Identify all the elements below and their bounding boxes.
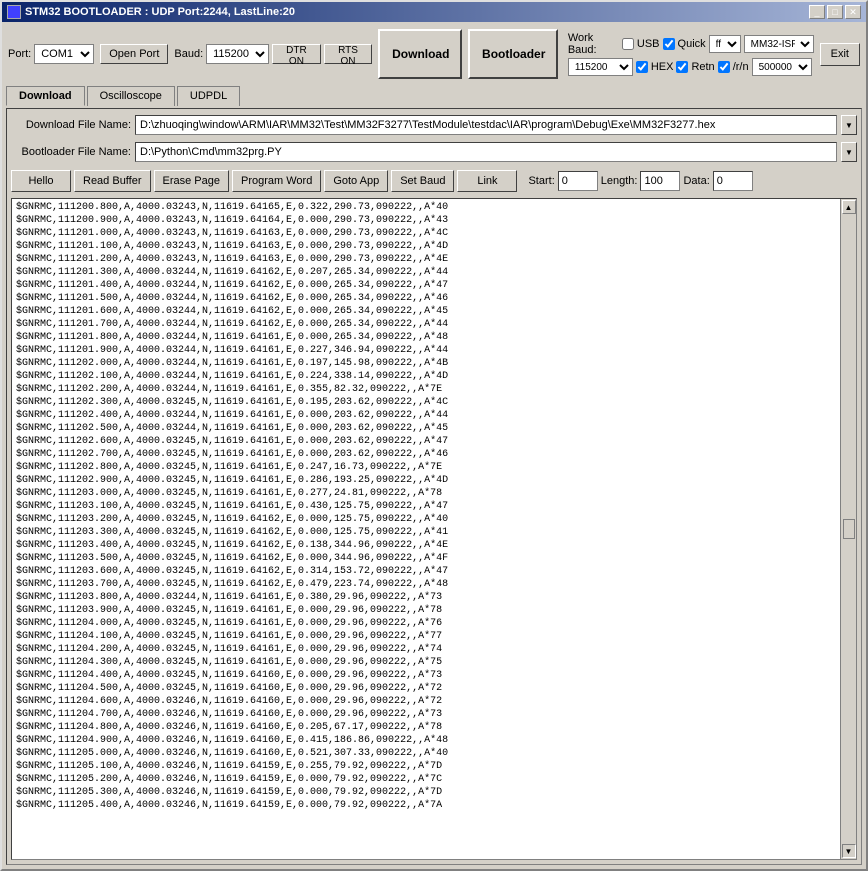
data-input[interactable] (713, 171, 753, 191)
scroll-up-button[interactable]: ▲ (842, 200, 856, 214)
hex-checkbox[interactable] (636, 61, 648, 73)
bootloader-file-label: Bootloader File Name: (11, 146, 131, 158)
vertical-scrollbar[interactable]: ▲ ▼ (840, 199, 856, 859)
speed-select[interactable]: 5000001000000 (752, 58, 812, 76)
program-word-button[interactable]: Program Word (232, 170, 321, 192)
app-icon (7, 5, 21, 19)
retn-check-group: Retn (676, 61, 714, 73)
usb-check-group: USB (622, 38, 660, 50)
link-button[interactable]: Link (457, 170, 517, 192)
actions-row: Hello Read Buffer Erase Page Program Wor… (11, 167, 857, 195)
rn-label: /r/n (733, 61, 749, 73)
quick-check-group: Quick (663, 38, 706, 50)
erase-page-button[interactable]: Erase Page (154, 170, 229, 192)
download-file-input[interactable] (135, 115, 837, 135)
work-baud-section: Work Baud: USB Quick ff7f MM32-ISPCustom (568, 32, 814, 76)
usb-checkbox[interactable] (622, 38, 634, 50)
hello-button[interactable]: Hello (11, 170, 71, 192)
bootloader-browse-button[interactable]: ▼ (841, 142, 857, 162)
dtr-button[interactable]: DTR ON (272, 44, 321, 64)
hex-check-group: HEX (636, 61, 674, 73)
goto-app-button[interactable]: Goto App (324, 170, 388, 192)
port-select[interactable]: COM1COM2COM3 (34, 44, 94, 64)
data-label: Data: (683, 175, 709, 187)
tab-download[interactable]: Download (6, 86, 85, 106)
close-button[interactable]: ✕ (845, 5, 861, 19)
work-baud-label: Work Baud: (568, 32, 619, 56)
start-group: Start: Length: Data: (528, 171, 752, 191)
retn-label: Retn (691, 61, 714, 73)
baud-group: Baud: 115200960057600 DTR ON RTS ON (174, 44, 372, 64)
exit-button[interactable]: Exit (820, 43, 860, 66)
wb-baud-select[interactable]: 1152009600 (568, 58, 633, 76)
main-panel: Download File Name: ▼ Bootloader File Na… (6, 108, 862, 865)
top-toolbar: Port: COM1COM2COM3 Open Port Baud: 11520… (6, 26, 862, 82)
output-textarea[interactable] (12, 199, 840, 859)
minimize-button[interactable]: _ (809, 5, 825, 19)
title-bar: STM32 BOOTLOADER : UDP Port:2244, LastLi… (2, 2, 866, 22)
download-file-row: Download File Name: ▼ (11, 113, 857, 137)
port-group: Port: COM1COM2COM3 (8, 44, 94, 64)
quick-checkbox[interactable] (663, 38, 675, 50)
bootloader-button[interactable]: Bootloader (468, 29, 558, 79)
baud-select[interactable]: 115200960057600 (206, 44, 269, 64)
wb-row1: Work Baud: USB Quick ff7f MM32-ISPCustom (568, 32, 814, 56)
bootloader-file-row: Bootloader File Name: ▼ (11, 140, 857, 164)
quick-value-select[interactable]: ff7f (709, 35, 741, 53)
length-input[interactable] (640, 171, 680, 191)
tab-udpdl[interactable]: UDPDL (177, 86, 240, 106)
baud-label: Baud: (174, 48, 203, 60)
output-container: ▲ ▼ (11, 198, 857, 860)
usb-label: USB (637, 38, 660, 50)
window-content: Port: COM1COM2COM3 Open Port Baud: 11520… (2, 22, 866, 869)
download-file-label: Download File Name: (11, 119, 131, 131)
scroll-down-button[interactable]: ▼ (842, 844, 856, 858)
rn-checkbox[interactable] (718, 61, 730, 73)
bootloader-file-input[interactable] (135, 142, 837, 162)
set-baud-button[interactable]: Set Baud (391, 170, 454, 192)
title-bar-text: STM32 BOOTLOADER : UDP Port:2244, LastLi… (7, 5, 295, 19)
quick-label: Quick (678, 38, 706, 50)
length-label: Length: (601, 175, 638, 187)
retn-checkbox[interactable] (676, 61, 688, 73)
start-input[interactable] (558, 171, 598, 191)
title-bar-buttons: _ □ ✕ (809, 5, 861, 19)
hex-label: HEX (651, 61, 674, 73)
read-buffer-button[interactable]: Read Buffer (74, 170, 151, 192)
scroll-thumb[interactable] (843, 519, 855, 539)
download-browse-button[interactable]: ▼ (841, 115, 857, 135)
tab-bar: Download Oscilloscope UDPDL (6, 85, 862, 105)
download-button[interactable]: Download (378, 29, 462, 79)
port-label: Port: (8, 48, 31, 60)
mm32isp-select[interactable]: MM32-ISPCustom (744, 35, 814, 53)
start-label: Start: (528, 175, 554, 187)
open-port-button[interactable]: Open Port (100, 44, 168, 64)
rn-check-group: /r/n (718, 61, 749, 73)
main-window: STM32 BOOTLOADER : UDP Port:2244, LastLi… (0, 0, 868, 871)
tab-oscilloscope[interactable]: Oscilloscope (87, 86, 175, 106)
maximize-button[interactable]: □ (827, 5, 843, 19)
rts-button[interactable]: RTS ON (324, 44, 372, 64)
wb-row2: 1152009600 HEX Retn /r/n (568, 58, 814, 76)
